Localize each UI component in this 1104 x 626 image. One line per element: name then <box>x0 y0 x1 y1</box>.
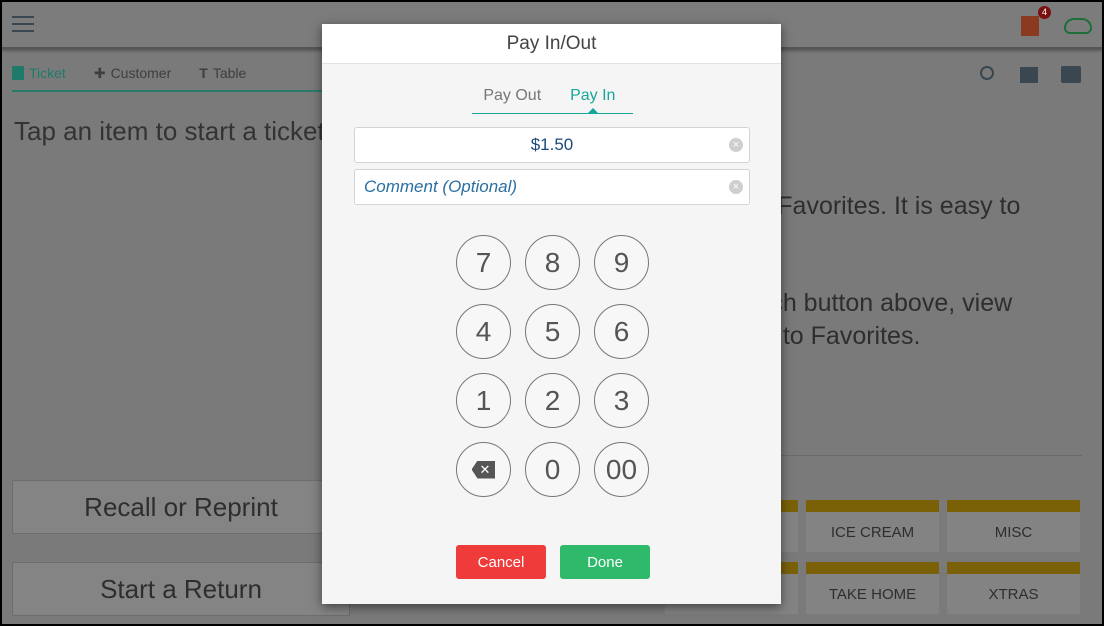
pay-type-toggle: Pay Out Pay In <box>472 82 633 114</box>
key-5[interactable]: 5 <box>525 304 580 359</box>
key-4[interactable]: 4 <box>456 304 511 359</box>
cancel-button[interactable]: Cancel <box>456 545 546 579</box>
camera-icon[interactable] <box>1061 66 1081 83</box>
key-7[interactable]: 7 <box>456 235 511 290</box>
pay-out-tab[interactable]: Pay Out <box>472 82 553 113</box>
done-button[interactable]: Done <box>560 545 650 579</box>
dialog-title: Pay In/Out <box>322 24 781 64</box>
key-6[interactable]: 6 <box>594 304 649 359</box>
search-icon[interactable] <box>980 66 994 80</box>
tab-ticket[interactable]: Ticket <box>12 60 66 86</box>
key-3[interactable]: 3 <box>594 373 649 428</box>
receipt-icon[interactable] <box>1021 16 1039 36</box>
key-1[interactable]: 1 <box>456 373 511 428</box>
clear-comment-icon[interactable]: × <box>729 180 743 194</box>
hamburger-icon[interactable] <box>12 16 34 32</box>
backspace-icon: ✕ <box>471 460 496 479</box>
key-2[interactable]: 2 <box>525 373 580 428</box>
favorites-text-3: d to Favorites. <box>762 322 921 350</box>
key-9[interactable]: 9 <box>594 235 649 290</box>
tab-bar: Ticket ✚ Customer T Table <box>12 60 342 92</box>
tab-customer[interactable]: ✚ Customer <box>94 60 171 86</box>
ticket-icon <box>12 66 24 80</box>
favorites-text-2: rch button above, view <box>762 289 1013 317</box>
add-person-icon: ✚ <box>93 64 106 81</box>
pay-in-tab[interactable]: Pay In <box>553 82 634 114</box>
clear-amount-icon[interactable]: × <box>729 138 743 152</box>
tab-table[interactable]: T Table <box>199 60 246 86</box>
category-tile-ice-cream[interactable]: ICE CREAM <box>806 500 939 552</box>
key-00[interactable]: 00 <box>594 442 649 497</box>
recall-reprint-button[interactable]: Recall or Reprint <box>12 480 350 534</box>
divider <box>782 455 1082 456</box>
category-tile-take-home[interactable]: TAKE HOME <box>806 562 939 614</box>
comment-input[interactable]: Comment (Optional) × <box>354 169 750 205</box>
start-return-button[interactable]: Start a Return <box>12 562 350 616</box>
backspace-key[interactable]: ✕ <box>456 442 511 497</box>
amount-input[interactable]: $1.50 × <box>354 127 750 163</box>
barcode-icon[interactable] <box>1020 67 1038 83</box>
category-tile-xtras[interactable]: XTRAS <box>947 562 1080 614</box>
app-window: 4 Ticket ✚ Customer T Table Tap an item to… <box>2 2 1102 624</box>
category-tile-misc[interactable]: MISC <box>947 500 1080 552</box>
cloud-icon[interactable] <box>1064 18 1092 34</box>
favorites-text-1: r Favorites. It is easy to <box>762 192 1021 220</box>
pay-in-out-dialog: Pay In/Out Pay Out Pay In $1.50 × Commen… <box>322 24 781 604</box>
key-8[interactable]: 8 <box>525 235 580 290</box>
key-0[interactable]: 0 <box>525 442 580 497</box>
table-icon: T <box>199 65 208 81</box>
notification-badge: 4 <box>1038 6 1051 19</box>
empty-ticket-message: Tap an item to start a ticket <box>14 116 325 146</box>
